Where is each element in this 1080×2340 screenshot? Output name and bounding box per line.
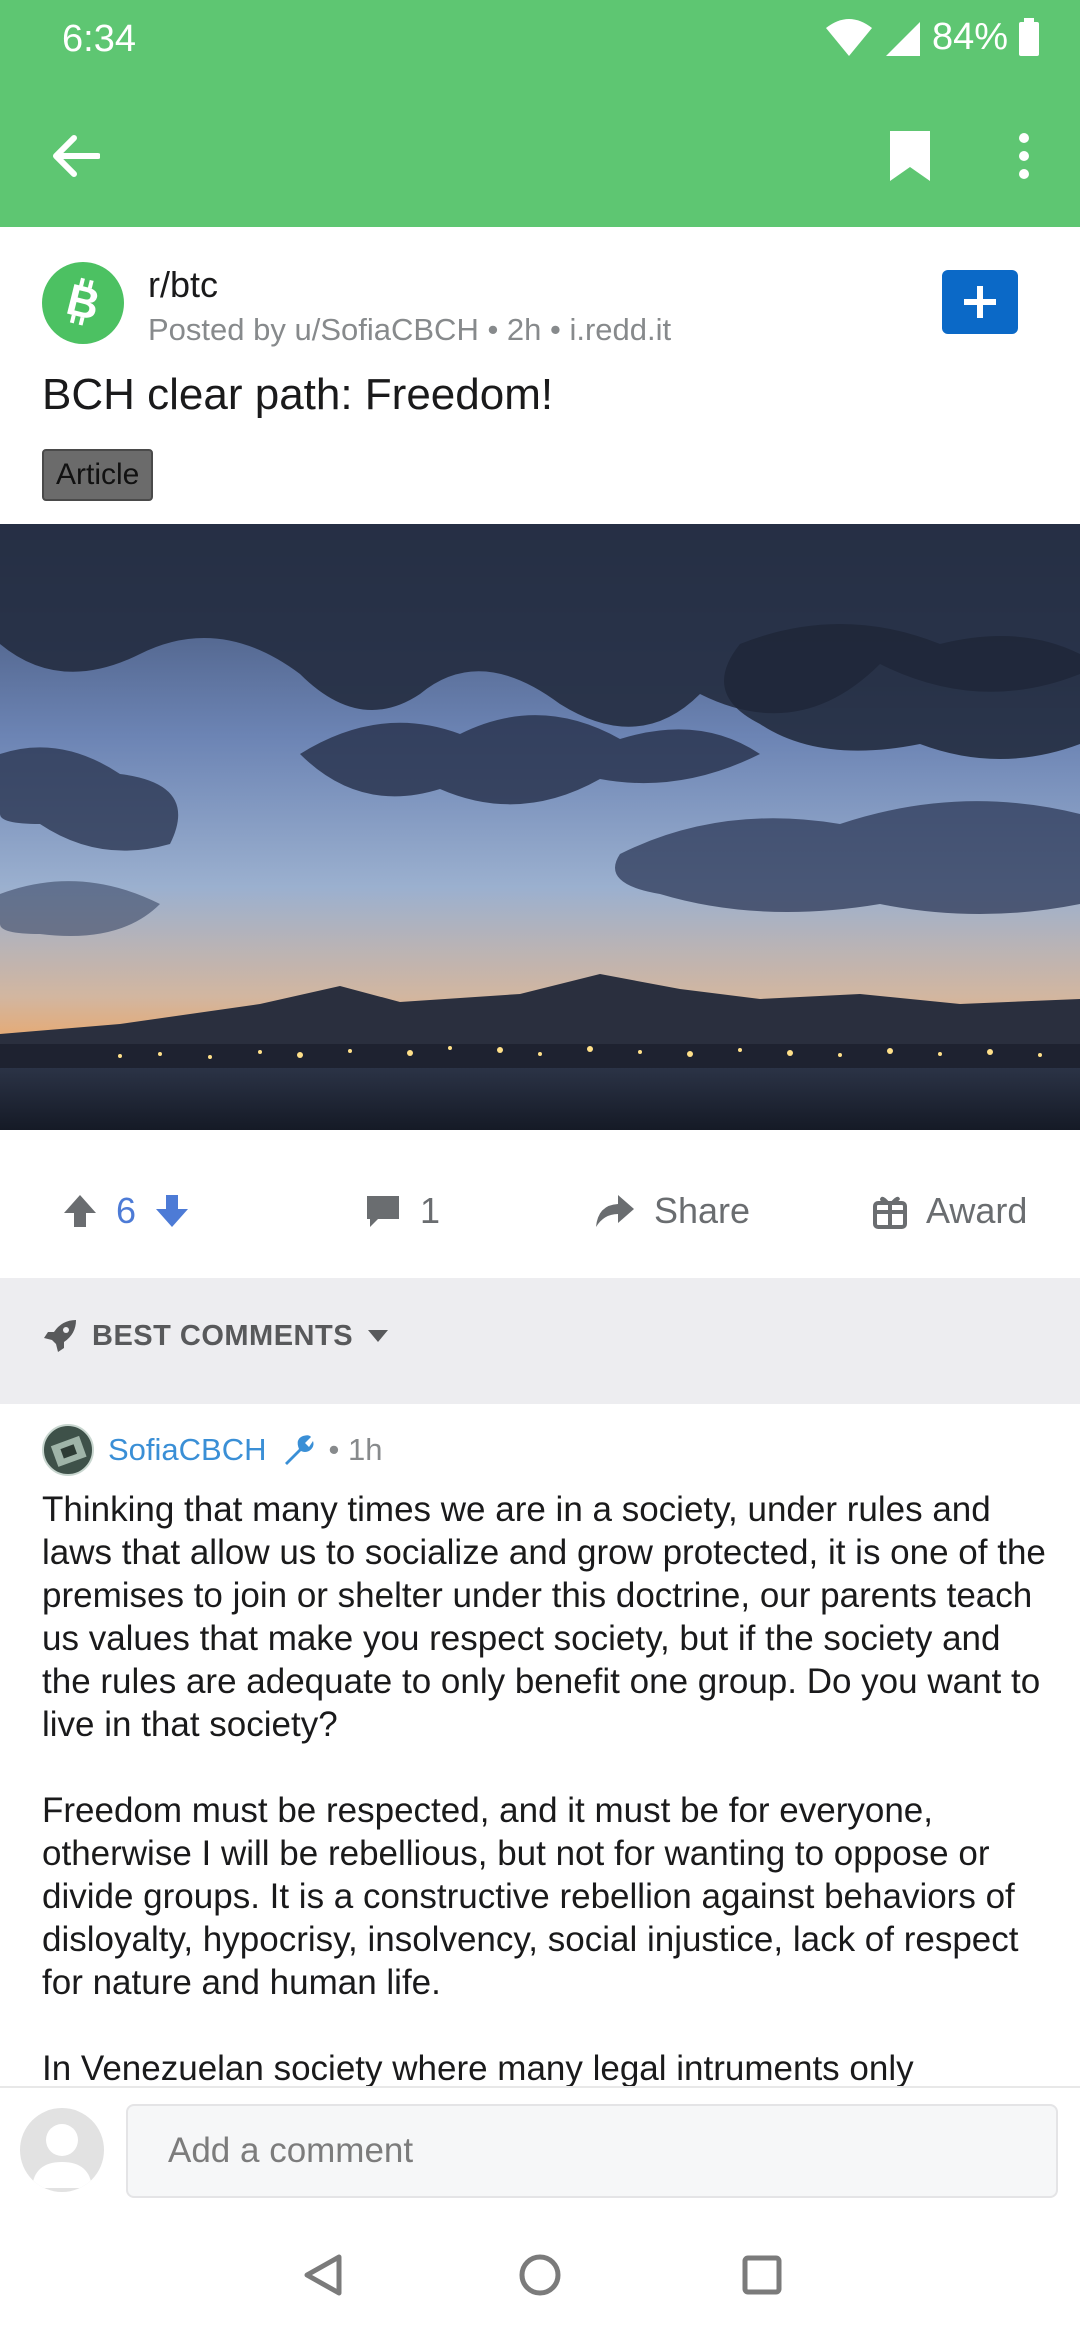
vote-group: 6: [62, 1190, 190, 1232]
nav-recents-button[interactable]: [727, 2240, 797, 2310]
bitcoin-icon: B: [62, 275, 105, 330]
post-flair[interactable]: Article: [42, 449, 154, 501]
award-label: Award: [926, 1190, 1028, 1231]
triangle-back-icon: [304, 2254, 342, 2296]
award-button[interactable]: Award: [872, 1190, 1027, 1232]
gift-icon: [873, 1196, 907, 1229]
square-recents-icon: [742, 2255, 782, 2295]
comment-body: Thinking that many times we are in a soc…: [42, 1488, 1052, 2086]
comment-list: SofiaCBCH • 1h Thinking that many times …: [0, 1404, 1080, 2086]
user-avatar[interactable]: [20, 2108, 104, 2192]
sort-label: BEST COMMENTS: [92, 1319, 354, 1352]
post-title: BCH clear path: Freedom!: [42, 370, 554, 419]
vote-count: 6: [116, 1190, 137, 1231]
wrench-icon: [284, 1435, 313, 1465]
subreddit-avatar[interactable]: B: [42, 262, 124, 344]
comment-sort-dropdown[interactable]: BEST COMMENTS: [42, 1318, 389, 1354]
comment-author[interactable]: SofiaCBCH: [108, 1432, 267, 1468]
arrow-left-icon: [53, 135, 100, 177]
chevron-down-icon: [368, 1330, 389, 1342]
commenter-avatar[interactable]: [42, 1424, 94, 1476]
subreddit-name[interactable]: r/btc: [148, 264, 218, 306]
status-time: 6:34: [62, 18, 136, 60]
post-meta: Posted by u/SofiaCBCH • 2h • i.redd.it: [148, 312, 672, 347]
add-comment-input[interactable]: [126, 2104, 1058, 2198]
nav-home-button[interactable]: [505, 2240, 575, 2310]
plus-icon: [964, 286, 996, 318]
upvote-icon[interactable]: [62, 1193, 98, 1229]
bookmark-icon: [890, 131, 930, 181]
status-icons: 84%: [824, 16, 1040, 59]
comment-header: SofiaCBCH • 1h: [42, 1424, 382, 1476]
comments-button[interactable]: 1: [364, 1190, 440, 1232]
comment-paragraph: Freedom must be respected, and it must b…: [42, 1791, 1019, 2002]
rocket-icon: [44, 1320, 76, 1352]
battery-icon: [1019, 17, 1039, 56]
comment-paragraph: In Venezuelan society where many legal i…: [42, 2049, 914, 2086]
more-options-button[interactable]: [1000, 120, 1048, 192]
join-button[interactable]: [942, 270, 1018, 334]
nav-back-button[interactable]: [288, 2240, 358, 2310]
back-button[interactable]: [40, 120, 112, 192]
more-vertical-icon: [1019, 133, 1029, 179]
downvote-icon[interactable]: [154, 1193, 190, 1229]
comment-time: • 1h: [328, 1432, 383, 1467]
signal-icon: [885, 21, 920, 56]
battery-level: 84%: [931, 16, 1008, 58]
bookmark-button[interactable]: [880, 120, 940, 192]
share-button[interactable]: Share: [594, 1190, 750, 1232]
comment-count: 1: [420, 1190, 441, 1231]
post-image[interactable]: [0, 524, 1080, 1130]
share-label: Share: [654, 1190, 751, 1231]
share-icon: [596, 1195, 634, 1227]
comment-icon: [367, 1196, 399, 1227]
user-icon: [32, 2124, 92, 2188]
wifi-icon: [825, 18, 872, 56]
comment-paragraph: Thinking that many times we are in a soc…: [42, 1490, 1046, 1744]
circle-home-icon: [519, 2254, 561, 2296]
